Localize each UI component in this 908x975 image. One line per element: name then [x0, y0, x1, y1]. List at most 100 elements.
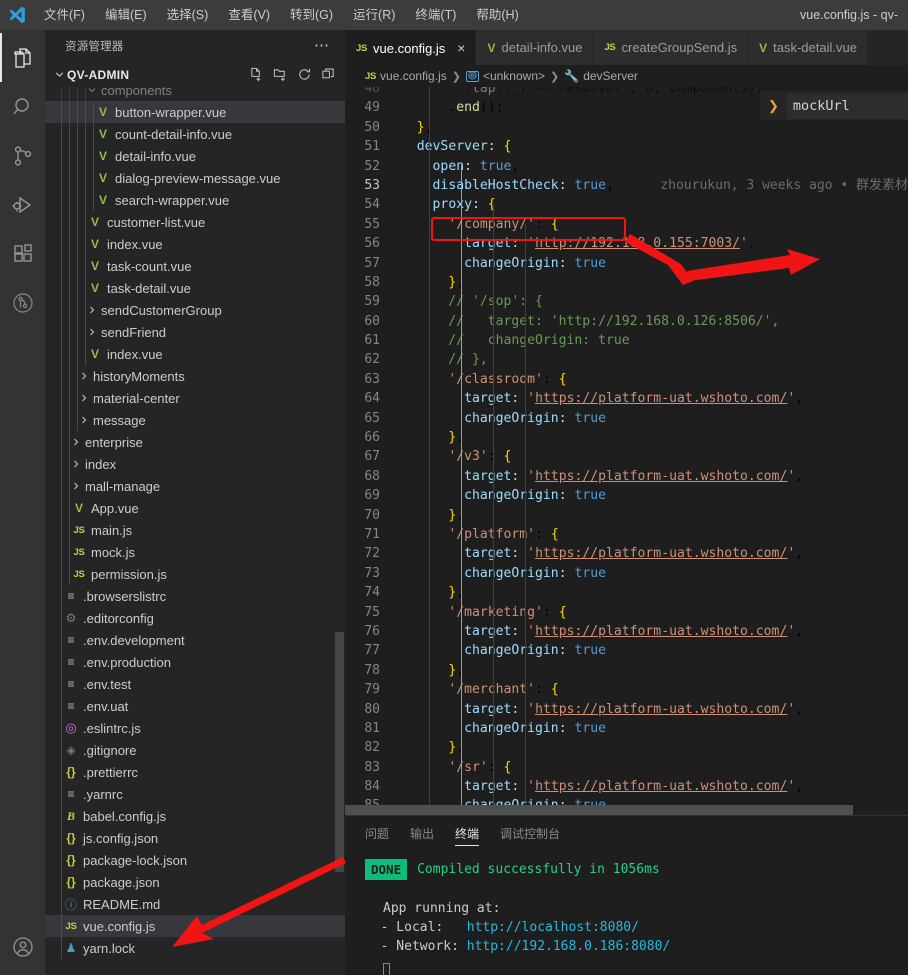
menu-edit[interactable]: 编辑(E) [95, 3, 157, 27]
new-file-icon[interactable] [248, 66, 265, 83]
tree-file-index-vue[interactable]: Vindex.vue [45, 343, 345, 365]
tree-file-vue-config-js[interactable]: JS vue.config.js [45, 915, 345, 937]
chevron-down-icon[interactable] [85, 87, 99, 96]
tree-file--gitignore[interactable]: ◈ .gitignore [45, 739, 345, 761]
chevron-right-icon[interactable] [69, 436, 83, 448]
activity-git-graph-icon[interactable] [0, 278, 45, 327]
tree-file-app-vue[interactable]: V App.vue [45, 497, 345, 519]
editor-tabs[interactable]: JS vue.config.js × V detail-info.vue JS … [345, 30, 908, 65]
line-number: 74 [364, 585, 380, 601]
activity-files-explorer-icon[interactable] [0, 33, 45, 82]
tree-file-count-detail-info-vue[interactable]: Vcount-detail-info.vue [45, 123, 345, 145]
chevron-down-icon[interactable] [51, 68, 67, 81]
tree-file-readme-md[interactable]: ⓘ README.md [45, 893, 345, 915]
menu-help[interactable]: 帮助(H) [466, 3, 528, 27]
tree-folder-index[interactable]: index [45, 453, 345, 475]
chevron-right-icon[interactable] [77, 414, 91, 426]
tree-file-dialog-preview-message-vue[interactable]: Vdialog-preview-message.vue [45, 167, 345, 189]
chevron-right-icon[interactable] [69, 458, 83, 470]
menu-go[interactable]: 转到(G) [280, 3, 343, 27]
chevron-right-icon[interactable] [85, 304, 99, 316]
tree-file-button-wrapper-vue[interactable]: Vbutton-wrapper.vue [45, 101, 345, 123]
menu-file[interactable]: 文件(F) [34, 3, 95, 27]
sidebar-scrollbar[interactable] [335, 632, 344, 872]
tree-folder-enterprise[interactable]: enterprise [45, 431, 345, 453]
menu-selection[interactable]: 选择(S) [157, 3, 219, 27]
tree-file-mock-js[interactable]: JS mock.js [45, 541, 345, 563]
tree-file-task-detail-vue[interactable]: Vtask-detail.vue [45, 277, 345, 299]
tree-file-index-vue[interactable]: Vindex.vue [45, 233, 345, 255]
tab-detail-info-vue[interactable]: V detail-info.vue [476, 30, 594, 65]
menu-bar[interactable]: 文件(F) 编辑(E) 选择(S) 查看(V) 转到(G) 运行(R) 终端(T… [34, 3, 529, 27]
tree-folder-message[interactable]: message [45, 409, 345, 431]
chevron-right-icon[interactable] [77, 392, 91, 404]
tree-file-js-config-json[interactable]: {} js.config.json [45, 827, 345, 849]
terminal-local-url[interactable]: http://localhost:8080/ [467, 918, 639, 937]
tab-task-detail-vue[interactable]: V task-detail.vue [748, 30, 868, 65]
tab-label: vue.config.js [373, 40, 446, 56]
menu-terminal[interactable]: 终端(T) [405, 3, 466, 27]
editor-horizontal-scrollbar[interactable] [345, 805, 908, 815]
tree-file--editorconfig[interactable]: ⚙ .editorconfig [45, 607, 345, 629]
tree-file-package-json[interactable]: {} package.json [45, 871, 345, 893]
tree-file--env-test[interactable]: ≡ .env.test [45, 673, 345, 695]
panel-tab-debug-console[interactable]: 调试控制台 [500, 816, 560, 851]
tree-file-detail-info-vue[interactable]: Vdetail-info.vue [45, 145, 345, 167]
breadcrumb-symbol-unknown[interactable]: ◎ <unknown> [465, 69, 545, 83]
tree-file--browserslistrc[interactable]: ≡ .browserslistrc [45, 585, 345, 607]
new-folder-icon[interactable] [272, 66, 289, 83]
tree-file--env-development[interactable]: ≡ .env.development [45, 629, 345, 651]
terminal-network-url[interactable]: http://192.168.0.186:8080/ [467, 937, 671, 956]
breadcrumb[interactable]: JS vue.config.js ❯ ◎ <unknown> ❯ 🔧 devSe… [345, 65, 908, 87]
activity-source-control-icon[interactable] [0, 131, 45, 180]
breadcrumb-file[interactable]: JS vue.config.js [365, 69, 447, 83]
panel-tab-output[interactable]: 输出 [410, 816, 434, 851]
tree-indent-guide [85, 343, 86, 365]
panel-tabs[interactable]: 问题 输出 终端 调试控制台 [345, 816, 908, 851]
code-editor[interactable]: 48 .tap((_) => resolve(_, 0, components)… [345, 87, 908, 815]
tree-folder-mall-manage[interactable]: mall-manage [45, 475, 345, 497]
tree-file-task-count-vue[interactable]: Vtask-count.vue [45, 255, 345, 277]
tree-folder-historymoments[interactable]: historyMoments [45, 365, 345, 387]
activity-search-icon[interactable] [0, 82, 45, 131]
activity-extensions-icon[interactable] [0, 229, 45, 278]
ellipsis-icon[interactable]: ⋯ [314, 38, 331, 53]
activity-account-icon[interactable] [0, 926, 45, 975]
tab-create-group-send-js[interactable]: JS createGroupSend.js [593, 30, 749, 65]
explorer-root-folder[interactable]: QV-ADMIN [45, 62, 345, 87]
tree-file-search-wrapper-vue[interactable]: Vsearch-wrapper.vue [45, 189, 345, 211]
tree-folder-sendcustomergroup[interactable]: sendCustomerGroup [45, 299, 345, 321]
tree-folder-material-center[interactable]: material-center [45, 387, 345, 409]
collapse-all-icon[interactable] [320, 66, 337, 83]
terminal-output[interactable]: DONE Compiled successfully in 1056ms App… [345, 851, 908, 975]
activity-run-and-debug-icon[interactable] [0, 180, 45, 229]
menu-view[interactable]: 查看(V) [218, 3, 280, 27]
close-icon[interactable]: × [457, 41, 465, 55]
tree-file--env-uat[interactable]: ≡ .env.uat [45, 695, 345, 717]
chevron-right-icon[interactable] [85, 326, 99, 338]
panel-tab-problems[interactable]: 问题 [365, 816, 389, 851]
tree-file-babel-config-js[interactable]: Bbabel.config.js [45, 805, 345, 827]
tree-file--yarnrc[interactable]: ≡ .yarnrc [45, 783, 345, 805]
tree-file-package-lock-json[interactable]: {} package-lock.json [45, 849, 345, 871]
tree-file--eslintrc-js[interactable]: ◎ .eslintrc.js [45, 717, 345, 739]
breadcrumb-symbol-devserver[interactable]: 🔧 devServer [564, 69, 638, 83]
panel-tab-terminal[interactable]: 终端 [455, 816, 480, 851]
code-text: // target: 'http://192.168.0.126:8506/', [401, 313, 780, 329]
chevron-right-icon[interactable]: ❯ [768, 98, 787, 114]
refresh-icon[interactable] [296, 66, 313, 83]
tree-file-permission-js[interactable]: JS permission.js [45, 563, 345, 585]
tree-file--env-production[interactable]: ≡ .env.production [45, 651, 345, 673]
menu-run[interactable]: 运行(R) [343, 3, 405, 27]
chevron-right-icon[interactable] [77, 370, 91, 382]
file-tree[interactable]: components Vbutton-wrapper.vue Vcount-deta… [45, 87, 345, 975]
tree-file-main-js[interactable]: JS main.js [45, 519, 345, 541]
tab-vue-config-js[interactable]: JS vue.config.js × [345, 30, 477, 65]
tree-folder-sendfriend[interactable]: sendFriend [45, 321, 345, 343]
chevron-right-icon[interactable] [69, 480, 83, 492]
sticky-scroll-mockurl[interactable]: ❯ mockUrl [760, 91, 908, 120]
tree-file-customer-list-vue[interactable]: Vcustomer-list.vue [45, 211, 345, 233]
tree-file--prettierrc[interactable]: {} .prettierrc [45, 761, 345, 783]
tree-file-yarn-lock[interactable]: ♟ yarn.lock [45, 937, 345, 959]
tree-folder-components[interactable]: components [45, 87, 345, 101]
